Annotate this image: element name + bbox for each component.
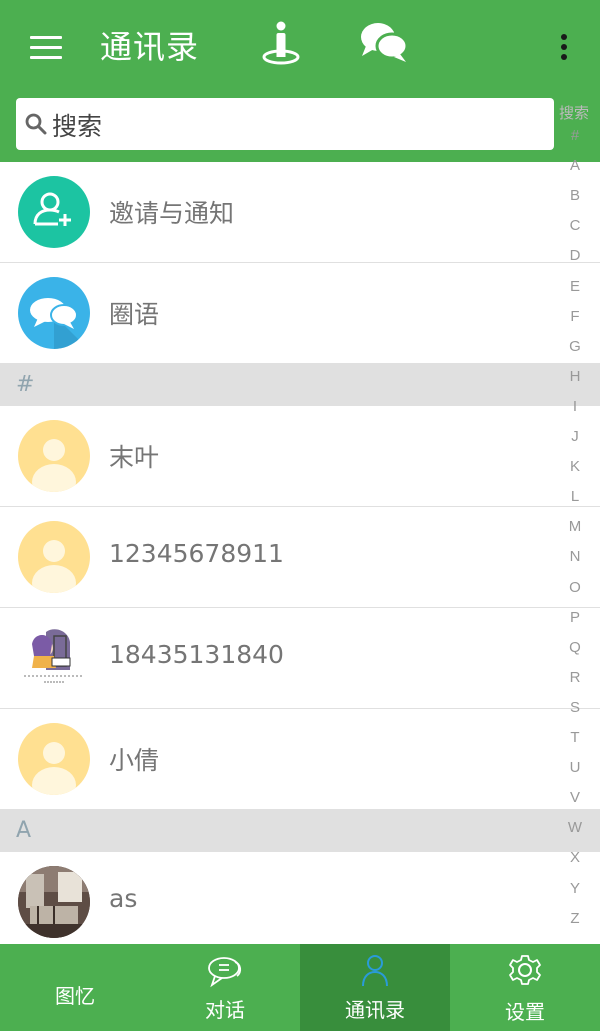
index-letter[interactable]: U — [560, 759, 590, 776]
index-letter[interactable]: P — [560, 609, 590, 626]
index-letter[interactable]: I — [560, 398, 590, 415]
contact-name: 末叶 — [109, 443, 160, 472]
index-letter[interactable]: W — [560, 819, 590, 836]
tab-label: 图忆 — [55, 984, 95, 1008]
index-letter[interactable]: M — [560, 518, 590, 535]
photo-avatar — [18, 622, 90, 694]
alphabet-index[interactable]: # A B C D E F G H I J K L M N O P Q R S T U V W X Y Z — [560, 125, 590, 935]
contact-list: 邀请与通知 圈语 # 末叶 12345678911 18435131840 小倩… — [0, 162, 600, 953]
index-letter[interactable]: R — [560, 669, 590, 686]
index-letter[interactable]: L — [560, 488, 590, 505]
tab-label: 设置 — [505, 1000, 545, 1024]
chat-bubbles-icon — [18, 277, 90, 349]
section-header: A — [0, 810, 600, 852]
index-letter[interactable]: # — [560, 127, 590, 144]
contact-name: 12345678911 — [109, 539, 284, 568]
search-input[interactable]: 搜索 — [16, 98, 554, 150]
index-letter[interactable]: C — [560, 217, 590, 234]
search-icon — [25, 113, 47, 135]
contact-name: 小倩 — [109, 746, 160, 775]
section-letter: # — [16, 372, 35, 397]
list-item-invite[interactable]: 邀请与通知 — [0, 162, 600, 263]
page-title: 通讯录 — [100, 28, 200, 66]
search-placeholder: 搜索 — [52, 112, 103, 141]
index-letter[interactable]: H — [560, 368, 590, 385]
contact-name: as — [109, 884, 138, 913]
tab-memories[interactable]: 图忆 — [0, 944, 150, 1031]
tab-contacts[interactable]: 通讯录 — [300, 944, 450, 1031]
default-avatar-icon — [18, 723, 90, 795]
index-letter[interactable]: Z — [560, 910, 590, 927]
settings-icon — [509, 955, 541, 985]
section-letter: A — [16, 818, 32, 843]
contacts-icon — [362, 955, 388, 987]
index-letter[interactable]: K — [560, 458, 590, 475]
tab-label: 通讯录 — [345, 998, 405, 1022]
list-item-label: 圈语 — [109, 300, 160, 329]
bottom-nav: 图忆 对话 通讯录 设置 — [0, 944, 600, 1031]
index-letter[interactable]: Y — [560, 880, 590, 897]
index-letter[interactable]: Q — [560, 639, 590, 656]
section-header: # — [0, 364, 600, 406]
list-item-label: 邀请与通知 — [109, 199, 235, 228]
index-letter[interactable]: X — [560, 849, 590, 866]
index-letter[interactable]: D — [560, 247, 590, 264]
photo-avatar — [18, 866, 90, 938]
chat-icon — [208, 957, 242, 988]
index-search-label[interactable]: 搜索 — [559, 102, 589, 123]
list-item-circle[interactable]: 圈语 — [0, 263, 600, 364]
app-bar: 通讯录 — [0, 0, 600, 92]
index-letter[interactable]: G — [560, 338, 590, 355]
index-letter[interactable]: A — [560, 157, 590, 174]
index-letter[interactable]: O — [560, 579, 590, 596]
default-avatar-icon — [18, 420, 90, 492]
index-letter[interactable]: S — [560, 699, 590, 716]
chat-bubbles-icon[interactable] — [358, 18, 410, 66]
search-area: 搜索 搜索 — [0, 92, 600, 162]
index-letter[interactable]: F — [560, 308, 590, 325]
list-item[interactable]: 12345678911 — [0, 507, 600, 608]
list-item[interactable]: as — [0, 852, 600, 953]
index-letter[interactable]: B — [560, 187, 590, 204]
default-avatar-icon — [18, 521, 90, 593]
index-letter[interactable]: J — [560, 428, 590, 445]
menu-icon[interactable] — [30, 36, 62, 60]
list-item[interactable]: 18435131840 — [0, 608, 600, 709]
index-letter[interactable]: N — [560, 548, 590, 565]
tab-chat[interactable]: 对话 — [150, 944, 300, 1031]
index-letter[interactable]: T — [560, 729, 590, 746]
list-item[interactable]: 末叶 — [0, 406, 600, 507]
add-user-icon — [18, 176, 90, 248]
location-person-icon[interactable] — [260, 20, 302, 66]
index-letter[interactable]: V — [560, 789, 590, 806]
tab-settings[interactable]: 设置 — [450, 944, 600, 1031]
more-vert-icon[interactable] — [552, 32, 576, 64]
list-item[interactable]: 小倩 — [0, 709, 600, 810]
tab-label: 对话 — [205, 998, 245, 1022]
index-letter[interactable]: E — [560, 278, 590, 295]
contact-name: 18435131840 — [109, 640, 284, 669]
